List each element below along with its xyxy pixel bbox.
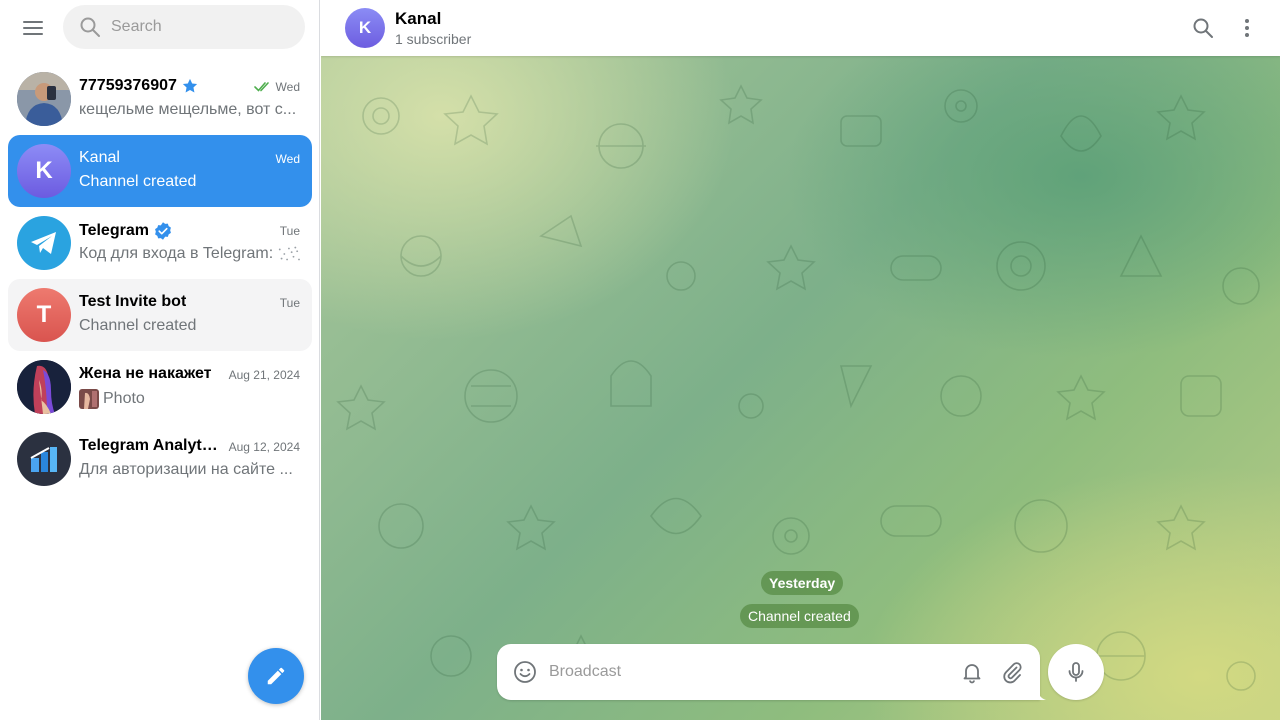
composer-tail: [1036, 688, 1046, 700]
photo-thumbnail-icon: [79, 389, 99, 409]
attach-button[interactable]: [998, 658, 1026, 686]
chat-title: 77759376907: [79, 77, 199, 95]
menu-button[interactable]: [13, 8, 53, 48]
bell-icon: [963, 664, 981, 684]
service-message: Channel created: [740, 604, 859, 628]
chat-date-text: Aug 12, 2024: [228, 440, 300, 454]
chat-item-77759376907[interactable]: 77759376907 Wed кещельме мещельме, вот с…: [8, 63, 312, 135]
chat-preview: Channel created: [79, 317, 301, 335]
chat-date-text: Wed: [275, 152, 300, 166]
chat-date-text: Tue: [279, 224, 300, 238]
avatar-letter: K: [358, 18, 372, 37]
chat-title: Kanal: [79, 149, 120, 167]
photo-avatar-icon: [17, 360, 71, 414]
chat-subtitle: 1 subscriber: [395, 31, 472, 47]
spoiler-icon: [279, 246, 301, 261]
more-vertical-icon: [1245, 19, 1249, 37]
chat-preview: Код для входа в Telegram:: [79, 245, 301, 263]
sidebar: 77759376907 Wed кещельме мещельме, вот с…: [0, 0, 320, 720]
emoji-icon: [514, 661, 536, 683]
search-icon: [80, 17, 100, 37]
chat-date: Aug 12, 2024: [229, 440, 300, 454]
chat-preview-text: Для авторизации на сайте ...: [79, 461, 293, 478]
avatar: [17, 360, 71, 414]
pencil-icon: [267, 667, 285, 685]
chat-header[interactable]: K Kanal 1 subscriber: [321, 0, 1280, 56]
chat-title-text: Telegram: [79, 222, 149, 239]
chat-date: Tue: [280, 296, 300, 310]
avatar-letter: K: [35, 157, 53, 184]
chat-date: Wed: [253, 80, 300, 94]
search-input[interactable]: [111, 5, 291, 49]
chat-preview: Channel created: [79, 173, 301, 191]
chat-title-text: Жена не накажет: [79, 365, 212, 382]
chat-date: Tue: [280, 224, 300, 238]
paperclip-icon: [1003, 662, 1022, 684]
chat-preview-text: Channel created: [79, 317, 197, 334]
voice-record-button[interactable]: [1048, 644, 1104, 700]
double-check-icon: [253, 82, 269, 92]
chat-item-telegram-analytics[interactable]: Telegram Analytics Aug 12, 2024 Для авто…: [8, 423, 312, 495]
search-bar[interactable]: [63, 5, 305, 49]
chat-panel: K Kanal 1 subscriber Yesterday Channel c…: [321, 0, 1280, 720]
chat-date: Aug 21, 2024: [229, 368, 300, 382]
message-composer[interactable]: [497, 644, 1040, 700]
chat-preview: Для авторизации на сайте ...: [79, 461, 301, 479]
chat-preview-text: Photo: [103, 390, 145, 407]
avatar: [17, 216, 71, 270]
chat-date: Wed: [276, 152, 300, 166]
chat-title: Telegram Analytics: [79, 437, 219, 455]
date-pill: Yesterday: [761, 571, 844, 595]
more-button[interactable]: [1227, 8, 1267, 48]
avatar-letter: T: [36, 301, 52, 328]
chat-item-telegram[interactable]: Telegram Tue Код для входа в Telegram:: [8, 207, 312, 279]
chat-preview-text: Код для входа в Telegram:: [79, 245, 274, 262]
chat-title-text: Test Invite bot: [79, 293, 187, 310]
silent-broadcast-button[interactable]: [958, 658, 986, 686]
chat-item-test-invite-bot[interactable]: T Test Invite bot Tue Channel created: [8, 279, 312, 351]
chat-title: Test Invite bot: [79, 293, 186, 311]
analytics-icon: [30, 447, 57, 472]
chat-date-text: Wed: [275, 80, 300, 94]
chat-preview-text: кещельме мещельме, вот с...: [79, 101, 297, 118]
avatar: T: [17, 288, 71, 342]
chat-title-text: 77759376907: [79, 77, 177, 94]
chat-title-text: Kanal: [79, 149, 120, 166]
chat-background: Yesterday Channel created: [321, 56, 1280, 720]
chat-title: Kanal: [395, 9, 442, 28]
sidebar-header: [0, 0, 320, 56]
message-input[interactable]: [549, 644, 929, 700]
chat-preview: кещельме мещельме, вот с...: [79, 101, 301, 119]
telegram-plane-icon: [31, 232, 56, 254]
emoji-button[interactable]: [511, 658, 539, 686]
avatar: K: [17, 144, 71, 198]
chat-date-text: Tue: [279, 296, 300, 310]
chat-preview: Photo: [79, 389, 301, 409]
chat-avatar[interactable]: K: [345, 8, 385, 48]
verified-icon: [155, 222, 171, 240]
compose-button[interactable]: [248, 648, 304, 704]
search-chat-button[interactable]: [1183, 8, 1223, 48]
chat-preview-text: Channel created: [79, 173, 197, 190]
chat-title-text: Telegram Analytics: [79, 437, 219, 454]
avatar: [17, 72, 71, 126]
user-photo-icon: [17, 72, 71, 126]
chat-list: 77759376907 Wed кещельме мещельме, вот с…: [8, 63, 312, 495]
chat-title: Жена не накажет: [79, 365, 212, 383]
search-icon: [1193, 18, 1213, 38]
chat-title: Telegram: [79, 221, 173, 241]
chat-date-text: Aug 21, 2024: [228, 368, 300, 382]
avatar: [17, 432, 71, 486]
microphone-icon: [1068, 662, 1084, 682]
menu-icon: [23, 21, 43, 35]
star-icon: [182, 78, 198, 93]
chat-item-zhena[interactable]: Жена не накажет Aug 21, 2024 Photo: [8, 351, 312, 423]
chat-item-kanal[interactable]: K Kanal Wed Channel created: [8, 135, 312, 207]
